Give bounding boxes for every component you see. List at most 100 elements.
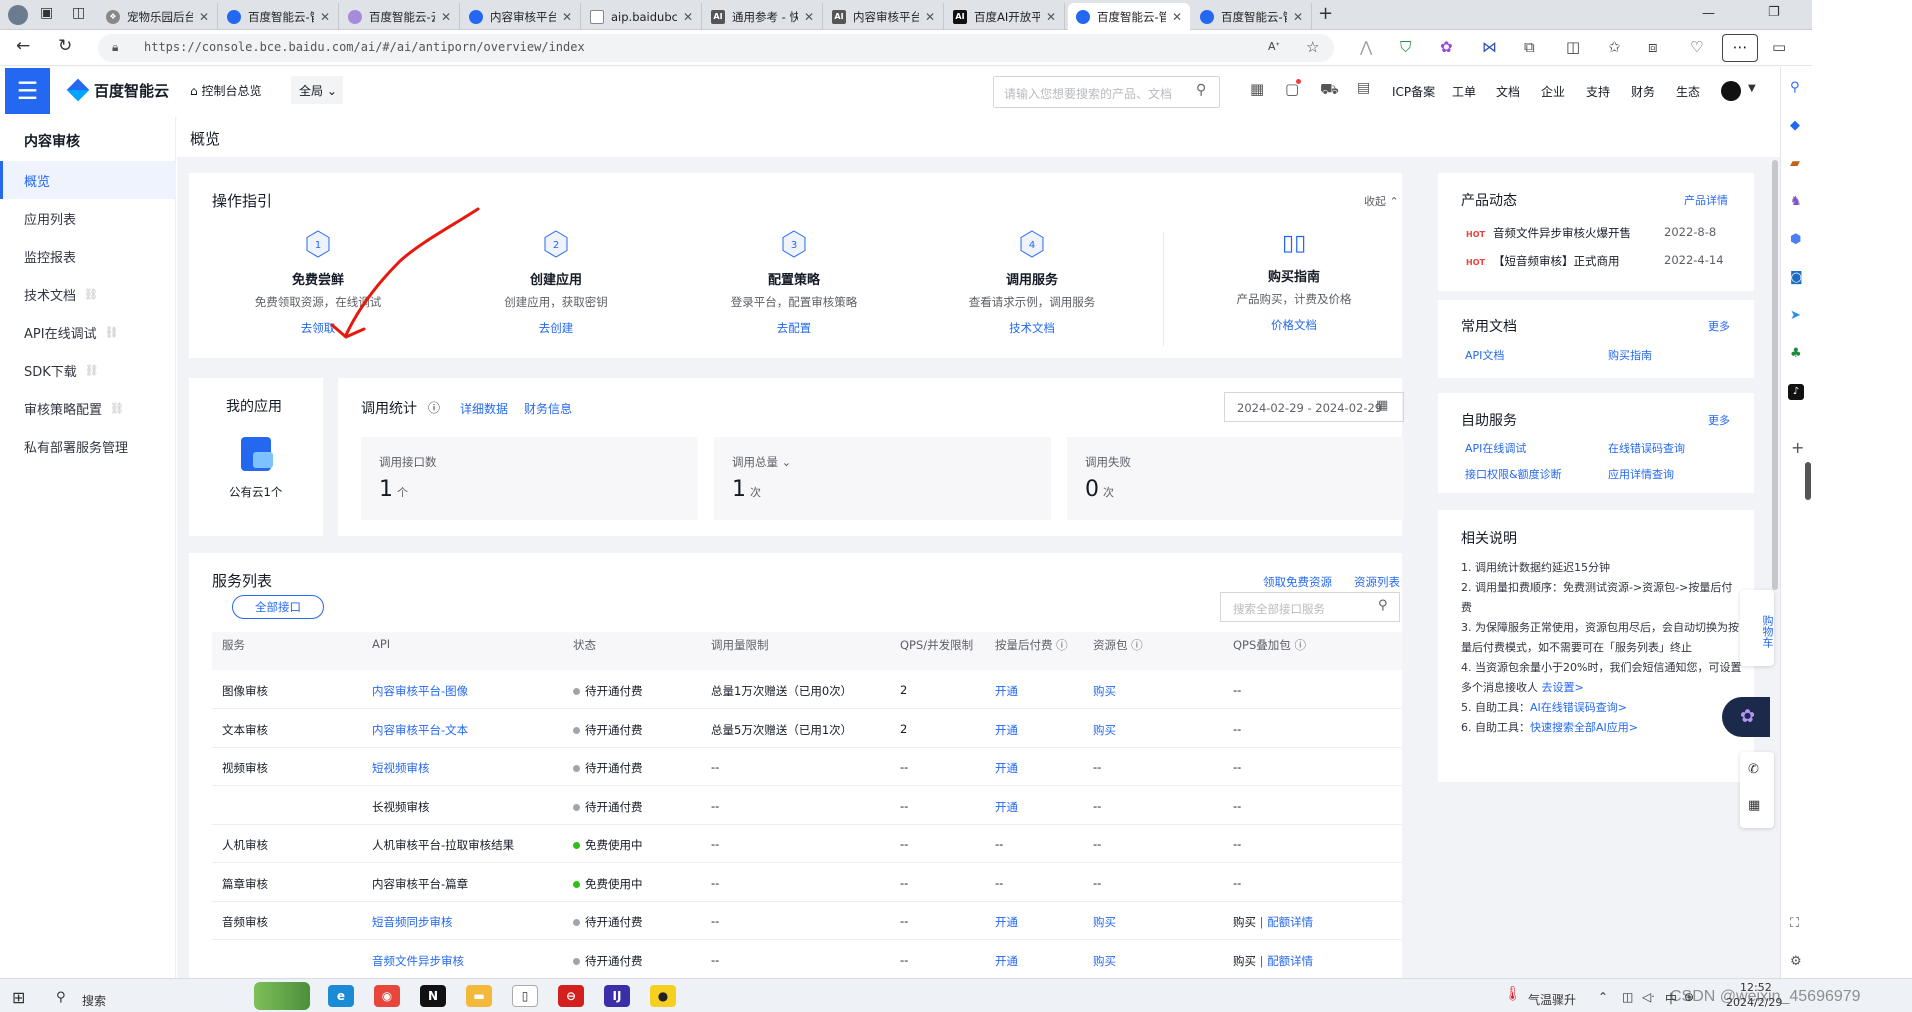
sidebar-settings-icon[interactable]: ⚙ [1790,954,1802,969]
app-detail-query-link[interactable]: 应用详情查询 [1608,466,1674,482]
pricing-docs-link[interactable]: 价格文档 [1194,317,1394,333]
taskbar-app-icon[interactable]: ● [650,985,676,1007]
filter-all-apis[interactable]: 全部接口 [232,595,324,619]
sidebar-toolbox-icon[interactable]: ▰ [1790,156,1800,171]
header-nav-ecosystem[interactable]: 生态 [1676,83,1700,100]
extension-icon[interactable]: ✿ [1440,38,1453,56]
tray-volume-icon[interactable]: ◁ᐧ [1642,990,1654,1004]
header-nav-support[interactable]: 支持 [1586,83,1610,100]
api-online-debug-link[interactable]: API在线调试 [1465,440,1526,456]
tab-close-icon[interactable]: ✕ [320,10,330,24]
browser-tab[interactable]: 百度智能云-管理✕ [219,3,339,30]
maximize-icon[interactable]: ❐ [1768,5,1780,20]
api-name[interactable]: 内容审核平台-图像 [372,683,468,699]
tab-close-icon[interactable]: ✕ [804,10,814,24]
claim-free-resources-link[interactable]: 领取免费资源 [1263,574,1332,590]
header-nav-finance[interactable]: 财务 [1631,83,1655,100]
sidebar-item-overview[interactable]: 概览 [0,161,176,199]
header-nav-enterprise[interactable]: 企业 [1541,83,1565,100]
shield-extension-icon[interactable]: ⛉ [1400,38,1411,56]
lock-icon[interactable]: 🔒︎ [112,40,118,55]
taskbar-search-icon[interactable]: ⚲ [56,990,66,1005]
taskbar-edge-icon[interactable]: e [328,985,354,1007]
my-apps-count[interactable]: 公有云1个 [229,484,282,500]
sidebar-item-sdk[interactable]: SDK下载 ⛓ [0,351,176,389]
sidebar-copilot-icon[interactable]: ⬢ [1790,232,1801,247]
tab-close-icon[interactable]: ✕ [199,10,209,24]
postpaid-action[interactable]: 开通 [995,914,1018,930]
permission-diagnosis-link[interactable]: 接口权限&额度诊断 [1465,466,1562,482]
postpaid-action[interactable]: 开通 [995,799,1018,815]
detail-data-link[interactable]: 详细数据 [460,400,508,417]
icp-icon[interactable]: ▤ [1357,80,1370,96]
page-scrollbar[interactable] [1772,160,1778,590]
profile-avatar[interactable] [8,5,28,25]
quota-detail-link[interactable]: 配额详情 [1267,954,1313,968]
browser-tab[interactable]: AI通用参考 - 快速入✕ [703,3,823,30]
workspaces-icon[interactable]: ▣ [40,5,53,21]
logo-text[interactable]: 百度智能云 [94,80,169,101]
collapse-button[interactable]: 收起 ⌃ [1364,193,1399,209]
region-select[interactable]: 全局 ⌄ [291,76,343,104]
read-aloud-icon[interactable]: Aᐩ [1268,40,1280,53]
service-search-input[interactable]: 搜索全部接口服务 [1220,592,1400,622]
header-nav-ticket[interactable]: 工单 [1452,83,1476,100]
search-icon[interactable]: ⚲ [1378,598,1388,613]
sidebar-screenshot-icon[interactable]: ⛶ [1790,916,1799,931]
resource-package-action[interactable]: 购买 [1093,683,1116,699]
global-search-input[interactable]: 请输入您想要搜索的产品、文档 [993,76,1220,108]
extension-icon[interactable]: ⋈ [1482,38,1497,56]
finance-info-link[interactable]: 财务信息 [524,400,572,417]
tab-close-icon[interactable]: ✕ [1046,10,1056,24]
sidebar-games-icon[interactable]: ♞ [1790,194,1802,209]
user-avatar[interactable] [1721,81,1741,101]
browser-tab[interactable]: 百度智能云-云智✕ [340,3,460,30]
tech-docs-link[interactable]: 技术文档 [932,320,1132,336]
buy-qps-link[interactable]: 购买 [1233,954,1256,968]
caret-down-icon[interactable]: ▼ [1748,83,1756,94]
phone-icon[interactable]: ✆ [1748,762,1759,777]
browser-tab-active[interactable]: 百度智能云-管理✕ [1068,3,1190,30]
api-name[interactable]: 短音频同步审核 [372,914,453,930]
taskbar-stop-icon[interactable]: ⊖ [558,985,584,1007]
sidebar-tag-icon[interactable]: ◆ [1790,118,1800,133]
taskbar-search-label[interactable]: 搜索 [82,992,106,1009]
windows-start-icon[interactable]: ⊞ [12,988,25,1007]
sidebar-add-icon[interactable]: + [1791,438,1804,457]
back-icon[interactable]: ← [16,36,30,56]
menu-icon[interactable]: ☰ [5,68,50,114]
sidebar-item-monitor[interactable]: 监控报表 [0,237,176,275]
tab-close-icon[interactable]: ✕ [1293,10,1303,24]
floating-cart-button[interactable]: 购物车 [1740,590,1774,666]
chevron-down-icon[interactable]: ⌄ [778,455,792,469]
taskbar-notepad-icon[interactable]: ▯ [512,985,538,1007]
docs-more-link[interactable]: 更多 [1708,318,1730,334]
sidebar-item-docs[interactable]: 技术文档 ⛓ [0,275,176,313]
taskbar-explorer-icon[interactable]: ▬ [466,985,492,1007]
tab-close-icon[interactable]: ✕ [925,10,935,24]
self-service-more-link[interactable]: 更多 [1708,412,1730,428]
header-nav-icp[interactable]: ICP备案 [1392,83,1435,100]
sidebar-item-policy[interactable]: 审核策略配置 ⛓ [0,389,176,427]
search-ai-apps-link[interactable]: 快速搜索全部AI应用> [1530,721,1638,734]
sidebar-scroll-handle[interactable] [1805,462,1811,500]
performance-icon[interactable]: ♡ [1690,38,1703,56]
browser-tab[interactable]: AI内容审核平台 - 快✕ [824,3,944,30]
resource-icon[interactable]: ▦ [1250,80,1264,98]
browser-tab[interactable]: ❖宠物乐园后台管理✕ [98,3,218,30]
new-tab-icon[interactable]: + [1318,3,1333,24]
sidebar-item-app-list[interactable]: 应用列表 [0,199,176,237]
collections-icon[interactable]: ⧈ [1648,38,1658,56]
tab-close-icon[interactable]: ✕ [683,10,693,24]
browser-tab[interactable]: AI百度AI开放平台-全✕ [945,3,1065,30]
error-code-query-link[interactable]: 在线错误码查询 [1608,440,1685,456]
resource-package-action[interactable]: 购买 [1093,953,1116,969]
search-icon[interactable]: ⚲ [1196,82,1206,98]
tray-chevron-icon[interactable]: ⌃ [1598,990,1608,1004]
minimize-icon[interactable]: — [1702,6,1715,21]
favorite-star-icon[interactable]: ☆ [1306,38,1319,56]
postpaid-action[interactable]: 开通 [995,760,1018,776]
taskbar-widget-image[interactable] [254,982,310,1010]
news-item[interactable]: HOT 【短音频审核】正式商用 [1466,253,1619,269]
api-name[interactable]: 音频文件异步审核 [372,953,464,969]
